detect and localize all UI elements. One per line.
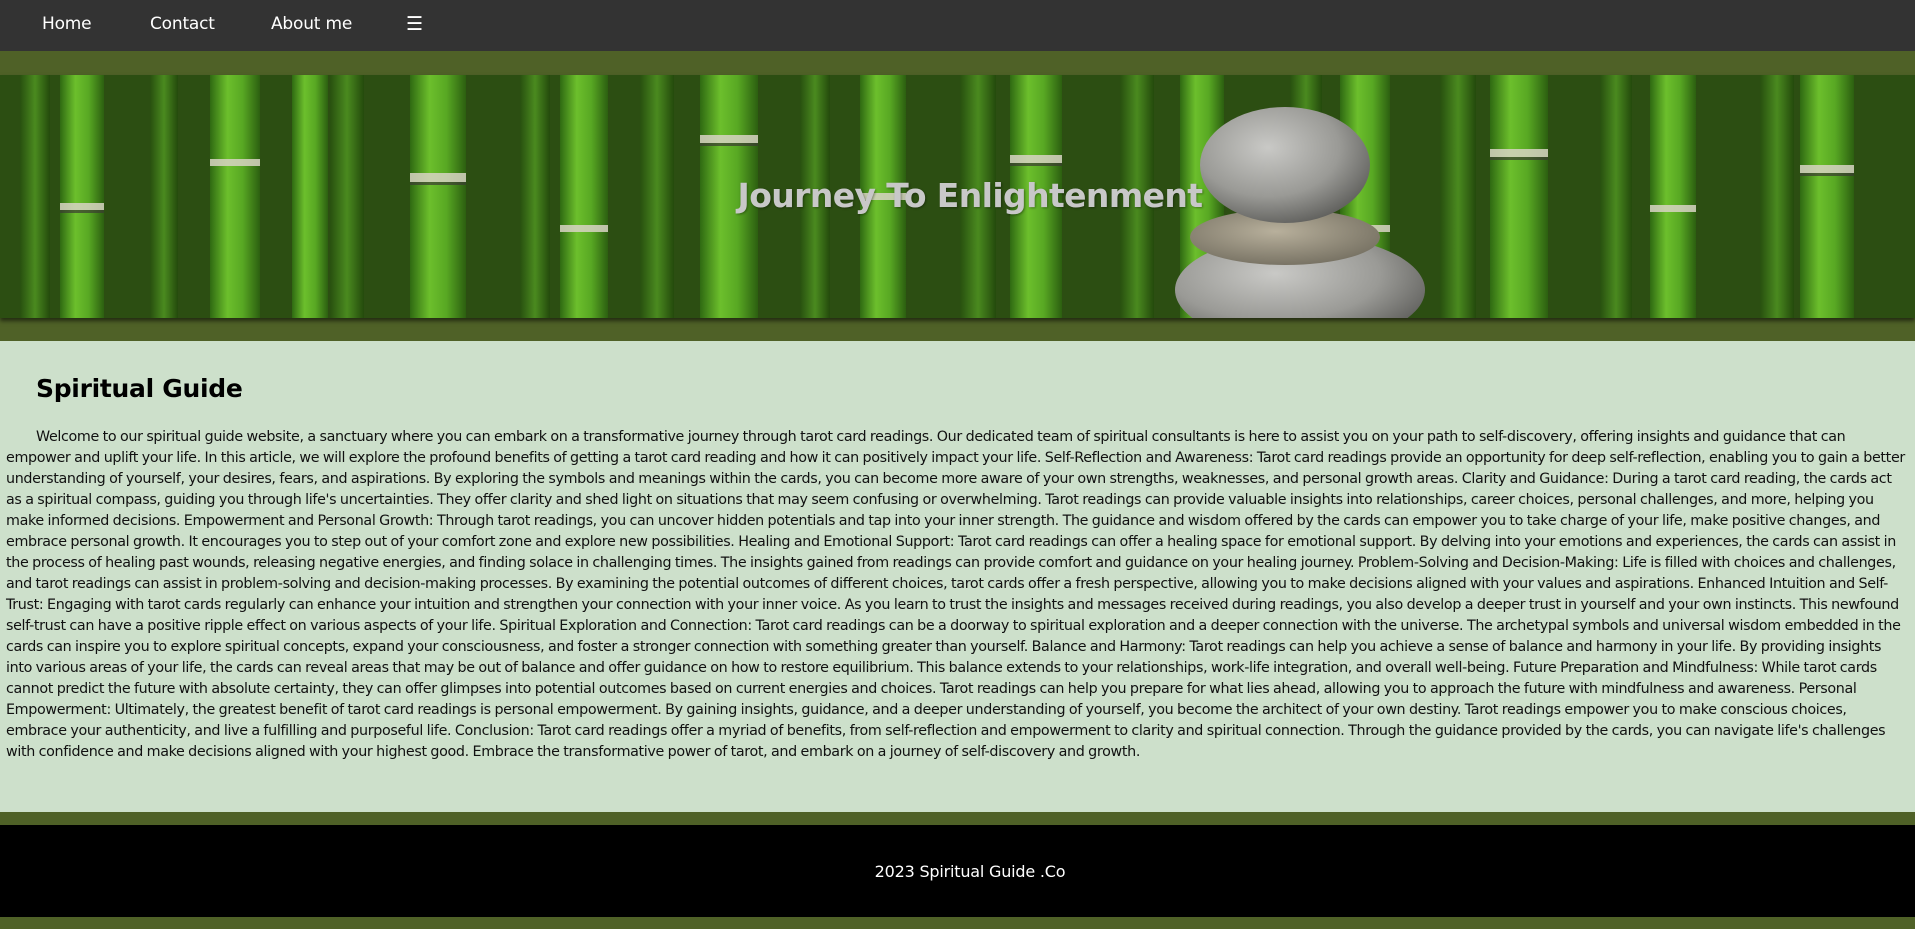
nav-link-about-me[interactable]: About me	[271, 14, 352, 34]
page-heading: Spiritual Guide	[36, 374, 243, 403]
top-nav: Home Contact About me ☰	[0, 0, 1915, 51]
hero-banner: Journey To Enlightenment	[0, 75, 1915, 318]
hero-title: Journey To Enlightenment	[737, 176, 1204, 215]
nav-link-home[interactable]: Home	[42, 14, 92, 34]
hamburger-menu-icon[interactable]: ☰	[406, 13, 423, 35]
nav-link-contact[interactable]: Contact	[150, 14, 215, 34]
main-content: Spiritual Guide Welcome to our spiritual…	[0, 341, 1915, 812]
article-body: Welcome to our spiritual guide website, …	[6, 429, 1905, 760]
copyright-text: 2023 Spiritual Guide .Co	[874, 862, 1066, 881]
site-footer: 2023 Spiritual Guide .Co	[0, 825, 1915, 917]
